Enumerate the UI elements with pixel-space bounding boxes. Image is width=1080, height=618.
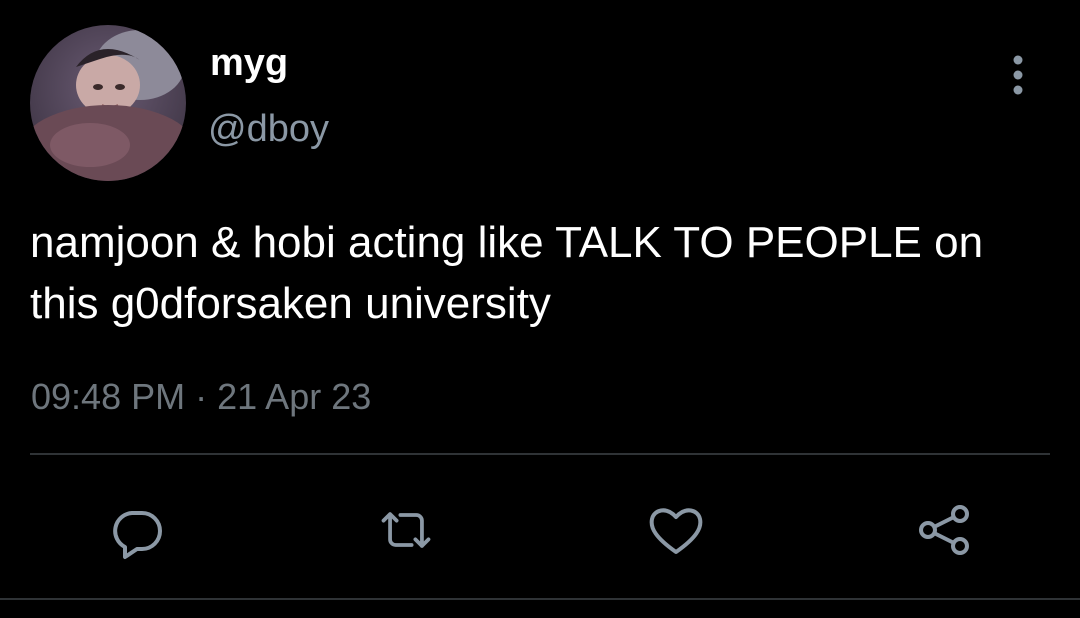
tweet-text: namjoon & hobi acting like TALK TO PEOPL…: [30, 218, 984, 328]
more-vertical-icon[interactable]: [1000, 52, 1036, 98]
tweet-date[interactable]: 21 Apr 23: [217, 376, 371, 417]
tweet-meta: 09:48 PM · 21 Apr 23: [31, 374, 371, 420]
retweet-button[interactable]: [376, 500, 436, 560]
reply-icon: [113, 511, 162, 559]
avatar-image: [30, 25, 186, 181]
divider-bottom: [0, 598, 1080, 600]
share-icon: [919, 505, 969, 555]
share-button[interactable]: [914, 500, 974, 560]
retweet-icon: [381, 512, 431, 548]
meta-separator: ·: [195, 376, 208, 417]
like-button[interactable]: [646, 500, 706, 560]
reply-button[interactable]: [107, 500, 167, 560]
divider: [30, 453, 1050, 455]
display-name[interactable]: myg: [210, 40, 288, 86]
avatar[interactable]: [30, 25, 186, 181]
user-handle[interactable]: @dboy: [208, 106, 329, 152]
tweet-time[interactable]: 09:48 PM: [31, 376, 185, 417]
heart-icon: [649, 508, 703, 554]
